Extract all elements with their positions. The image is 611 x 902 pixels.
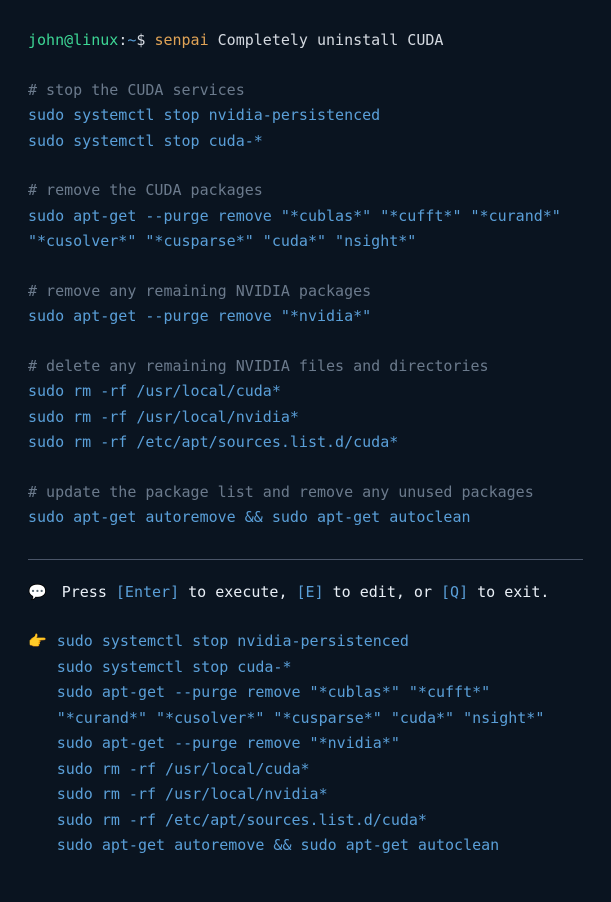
prompt-colon: : (118, 31, 127, 49)
instruction-exit: to exit. (468, 583, 549, 601)
execution-line: sudo systemctl stop nvidia-persistenced (57, 629, 583, 655)
execution-block: 👉 sudo systemctl stop nvidia-persistence… (28, 629, 583, 859)
output-section: # remove the CUDA packagessudo apt-get -… (28, 178, 583, 255)
instruction-line: 💬 Press [Enter] to execute, [E] to edit,… (28, 580, 583, 606)
code-command: sudo rm -rf /usr/local/cuda* (28, 379, 583, 405)
code-command: sudo systemctl stop nvidia-persistenced (28, 103, 583, 129)
command-name: senpai (154, 31, 208, 49)
execution-line: sudo rm -rf /usr/local/cuda* (57, 757, 583, 783)
execution-lines: sudo systemctl stop nvidia-persistenceds… (57, 629, 583, 859)
key-enter[interactable]: [Enter] (116, 583, 179, 601)
code-command: sudo rm -rf /usr/local/nvidia* (28, 405, 583, 431)
output-section: # delete any remaining NVIDIA files and … (28, 354, 583, 456)
divider (28, 559, 583, 560)
instruction-edit: to edit, or (324, 583, 441, 601)
key-edit[interactable]: [E] (297, 583, 324, 601)
execution-line: sudo apt-get --purge remove "*cublas*" "… (57, 680, 583, 731)
prompt-at: @ (64, 31, 73, 49)
prompt-dollar: $ (136, 31, 145, 49)
code-comment: # stop the CUDA services (28, 78, 583, 104)
speech-icon: 💬 (28, 580, 47, 606)
code-comment: # remove any remaining NVIDIA packages (28, 279, 583, 305)
code-comment: # remove the CUDA packages (28, 178, 583, 204)
execution-line: sudo rm -rf /etc/apt/sources.list.d/cuda… (57, 808, 583, 834)
output-section: # update the package list and remove any… (28, 480, 583, 531)
instruction-press: Press (53, 583, 116, 601)
output-section: # remove any remaining NVIDIA packagessu… (28, 279, 583, 330)
execution-line: sudo systemctl stop cuda-* (57, 655, 583, 681)
code-command: sudo apt-get --purge remove "*nvidia*" (28, 304, 583, 330)
instruction-execute: to execute, (179, 583, 296, 601)
code-command: sudo rm -rf /etc/apt/sources.list.d/cuda… (28, 430, 583, 456)
output-sections: # stop the CUDA servicessudo systemctl s… (28, 78, 583, 531)
execution-line: sudo rm -rf /usr/local/nvidia* (57, 782, 583, 808)
command-args: Completely uninstall CUDA (218, 31, 444, 49)
code-command: sudo apt-get --purge remove "*cublas*" "… (28, 204, 583, 255)
pointer-icon: 👉 (28, 629, 47, 655)
code-command: sudo apt-get autoremove && sudo apt-get … (28, 505, 583, 531)
code-comment: # delete any remaining NVIDIA files and … (28, 354, 583, 380)
prompt-host: linux (73, 31, 118, 49)
prompt-user: john (28, 31, 64, 49)
output-section: # stop the CUDA servicessudo systemctl s… (28, 78, 583, 155)
code-command: sudo systemctl stop cuda-* (28, 129, 583, 155)
code-comment: # update the package list and remove any… (28, 480, 583, 506)
terminal-prompt[interactable]: john@linux:~$ senpai Completely uninstal… (28, 28, 583, 54)
execution-line: sudo apt-get autoremove && sudo apt-get … (57, 833, 583, 859)
key-quit[interactable]: [Q] (441, 583, 468, 601)
execution-line: sudo apt-get --purge remove "*nvidia*" (57, 731, 583, 757)
